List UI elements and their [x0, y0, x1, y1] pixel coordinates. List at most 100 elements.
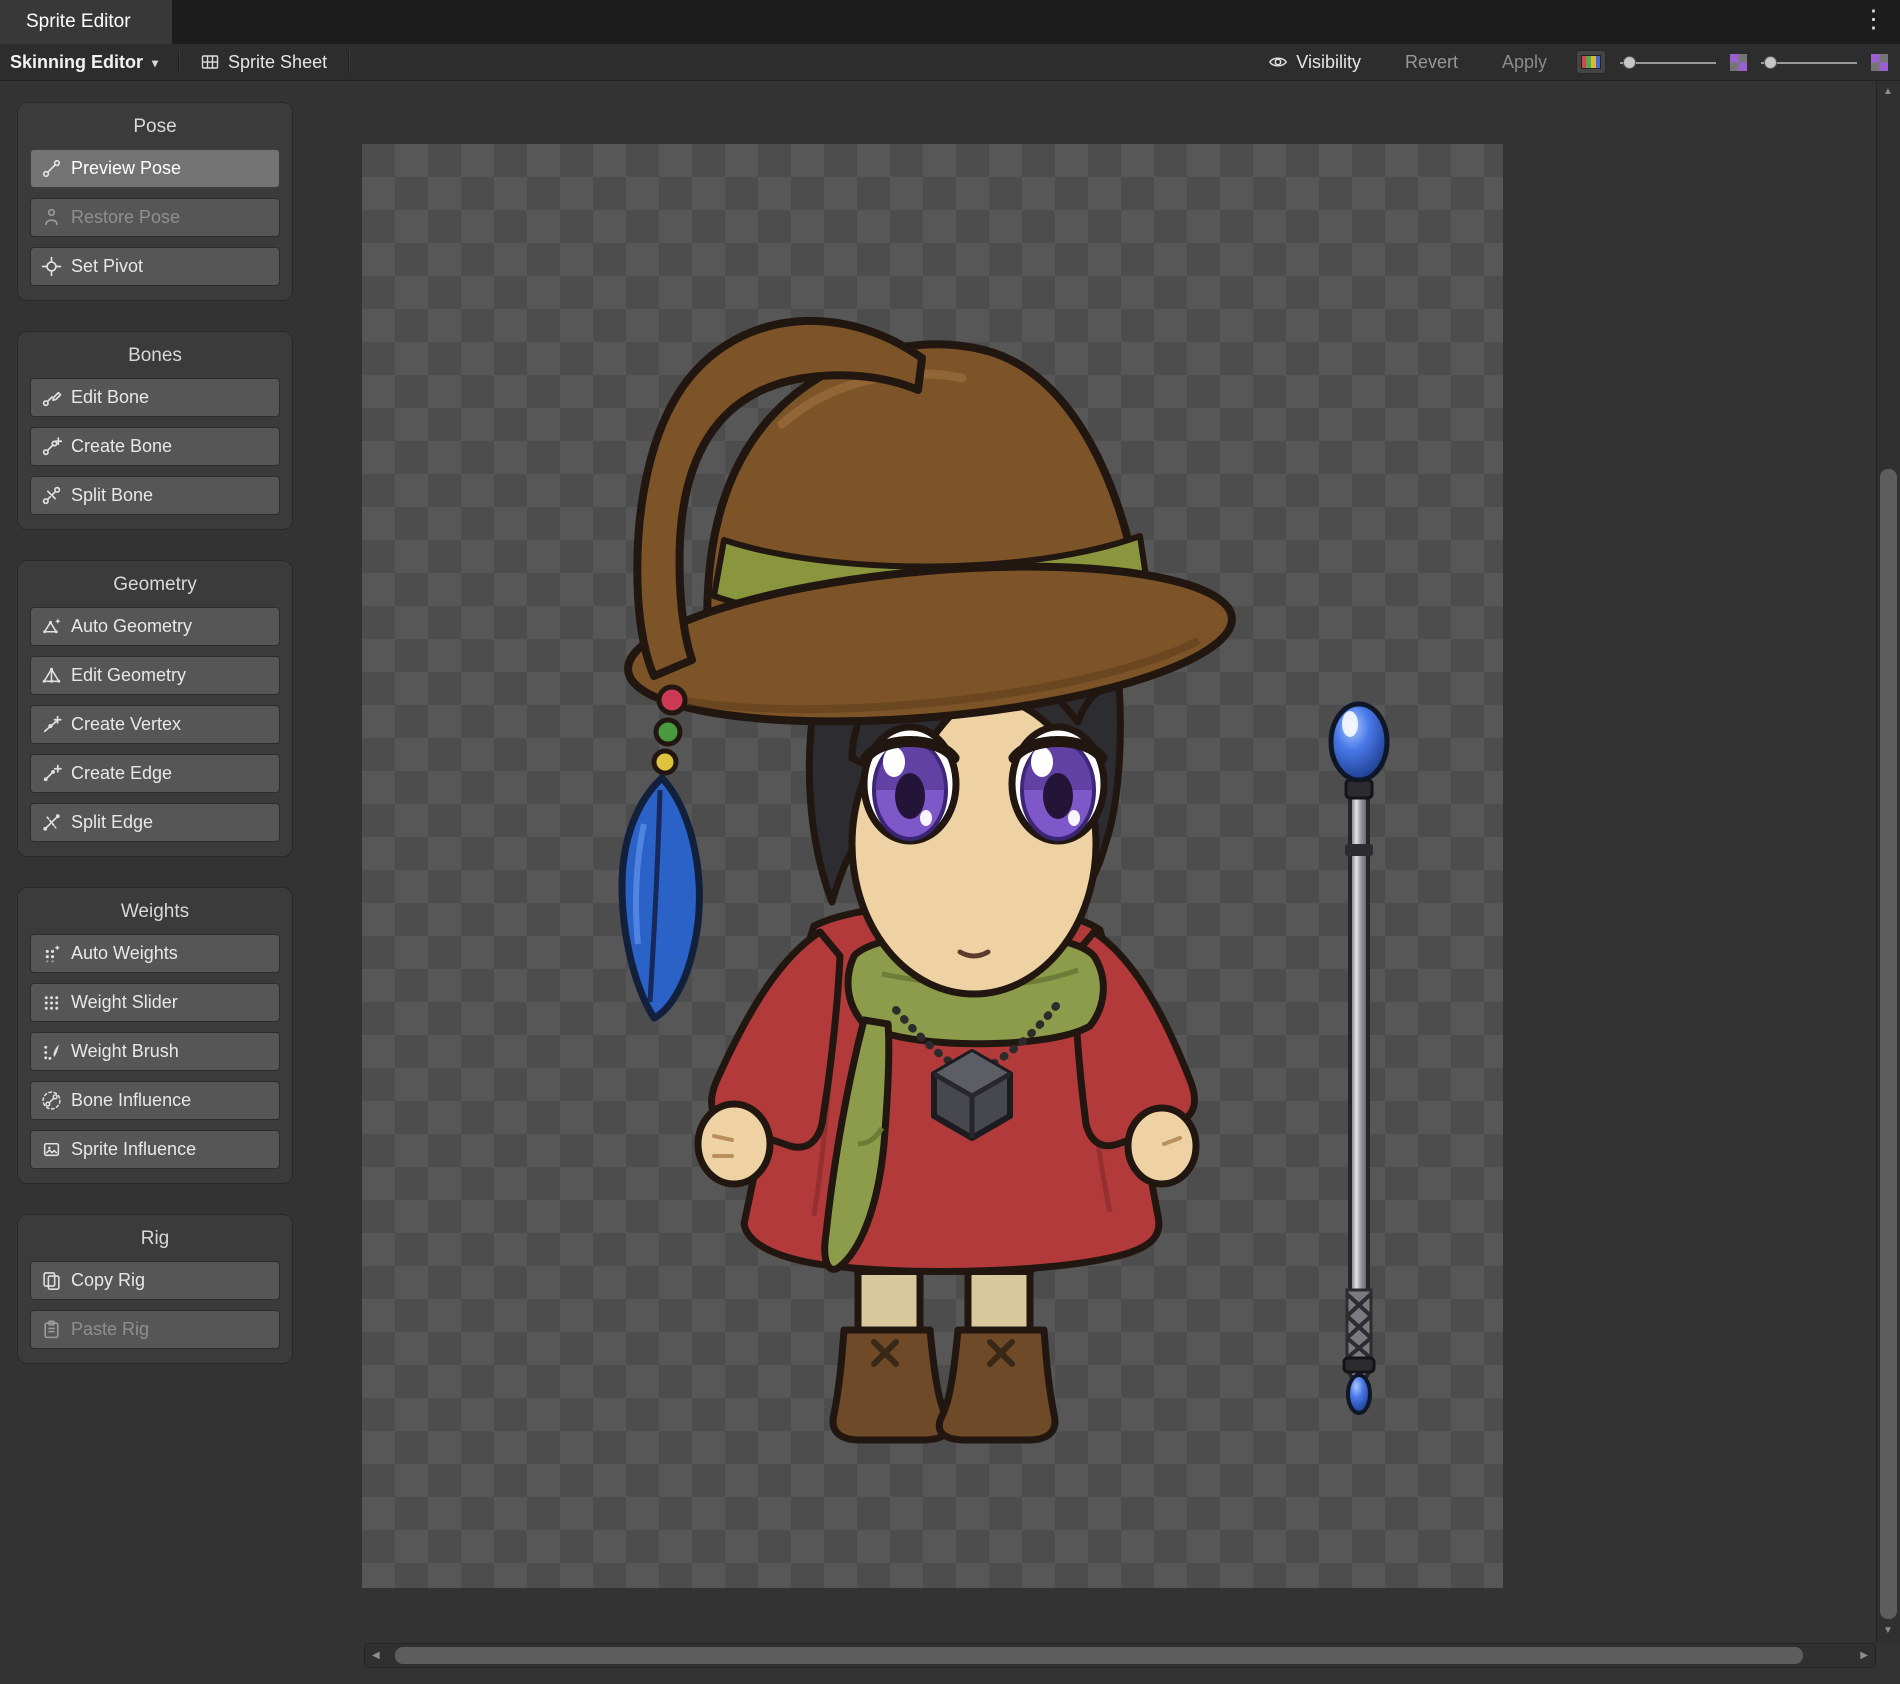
horizontal-scrollbar-thumb[interactable]: [395, 1647, 1803, 1664]
button-label: Weight Brush: [71, 1041, 179, 1062]
copy-rig-button[interactable]: Copy Rig: [30, 1261, 280, 1300]
paste-rig-icon: [41, 1319, 62, 1340]
create-bone-button[interactable]: Create Bone: [30, 427, 280, 466]
apply-button[interactable]: Apply: [1487, 52, 1562, 73]
color-swatch-icon: [1581, 55, 1601, 69]
eye-icon: [1268, 52, 1288, 72]
unity-cube-pendant: [934, 1052, 1010, 1138]
tab-title: Sprite Editor: [26, 11, 131, 33]
character-sprite[interactable]: [622, 321, 1238, 1440]
weight-brush-button[interactable]: Weight Brush: [30, 1032, 280, 1071]
mesh-opacity-knob[interactable]: [1764, 56, 1777, 69]
weight-brush-icon: [41, 1041, 62, 1062]
auto-weights-button[interactable]: Auto Weights: [30, 934, 280, 973]
button-label: Set Pivot: [71, 256, 143, 277]
split-bone-icon: [41, 485, 62, 506]
split-bone-button[interactable]: Split Bone: [30, 476, 280, 515]
tab-bar: Sprite Editor ⋮: [0, 0, 1900, 44]
skinning-editor-dropdown[interactable]: Skinning Editor ▾: [0, 44, 172, 80]
right-eye: [1012, 727, 1104, 841]
scroll-down-arrow-icon[interactable]: ▼: [1883, 1626, 1893, 1636]
sprite-sheet-button[interactable]: Sprite Sheet: [185, 44, 342, 80]
scroll-up-arrow-icon[interactable]: ▲: [1883, 87, 1893, 97]
person-icon: [41, 207, 62, 228]
sprite-opacity-knob[interactable]: [1623, 56, 1636, 69]
edit-geometry-icon: [41, 665, 62, 686]
vertical-scrollbar-thumb[interactable]: [1880, 469, 1897, 1619]
set-pivot-button[interactable]: Set Pivot: [30, 247, 280, 286]
left-eye: [864, 727, 956, 841]
auto-geometry-icon: [41, 616, 62, 637]
paste-rig-button[interactable]: Paste Rig: [30, 1310, 280, 1349]
sprite-sheet-label: Sprite Sheet: [228, 52, 327, 73]
bone-influence-button[interactable]: Bone Influence: [30, 1081, 280, 1120]
visibility-button[interactable]: Visibility: [1253, 52, 1376, 73]
weights-panel: Weights Auto Weights Weight Slider Weigh…: [17, 887, 293, 1184]
preview-pose-button[interactable]: Preview Pose: [30, 149, 280, 188]
sprite-canvas[interactable]: [362, 144, 1503, 1588]
panel-title: Rig: [30, 1228, 280, 1250]
scroll-left-arrow-icon[interactable]: ◀: [372, 1651, 380, 1661]
button-label: Auto Geometry: [71, 616, 192, 637]
pivot-icon: [41, 256, 62, 277]
button-label: Paste Rig: [71, 1319, 149, 1340]
visibility-label: Visibility: [1296, 52, 1361, 73]
bone-influence-icon: [41, 1090, 62, 1111]
button-label: Restore Pose: [71, 207, 180, 228]
kebab-menu-icon[interactable]: ⋮: [1861, 7, 1886, 32]
button-label: Auto Weights: [71, 943, 178, 964]
toolbar-divider: [348, 51, 349, 73]
skinning-editor-label: Skinning Editor: [10, 52, 143, 73]
color-swatch-button[interactable]: [1576, 50, 1606, 74]
sprite-view[interactable]: [362, 144, 1503, 1588]
auto-geometry-button[interactable]: Auto Geometry: [30, 607, 280, 646]
vertical-scrollbar[interactable]: ▲ ▼: [1876, 81, 1900, 1642]
sprite-influence-button[interactable]: Sprite Influence: [30, 1130, 280, 1169]
bone-icon: [41, 158, 62, 179]
create-edge-icon: [41, 763, 62, 784]
button-label: Create Vertex: [71, 714, 181, 735]
button-label: Create Bone: [71, 436, 172, 457]
rig-panel: Rig Copy Rig Paste Rig: [17, 1214, 293, 1364]
revert-button[interactable]: Revert: [1390, 52, 1473, 73]
create-bone-icon: [41, 436, 62, 457]
revert-label: Revert: [1405, 52, 1458, 73]
sprite-opacity-slider[interactable]: [1620, 55, 1716, 70]
split-edge-button[interactable]: Split Edge: [30, 803, 280, 842]
panel-title: Weights: [30, 901, 280, 923]
edit-geometry-button[interactable]: Edit Geometry: [30, 656, 280, 695]
create-vertex-button[interactable]: Create Vertex: [30, 705, 280, 744]
pose-panel: Pose Preview Pose Restore Pose Set Pivot: [17, 102, 293, 301]
weight-slider-button[interactable]: Weight Slider: [30, 983, 280, 1022]
button-label: Edit Geometry: [71, 665, 186, 686]
toolbar-divider: [178, 51, 179, 73]
weight-slider-icon: [41, 992, 62, 1013]
horizontal-scrollbar[interactable]: ◀ ▶: [364, 1643, 1876, 1668]
button-label: Create Edge: [71, 763, 172, 784]
restore-pose-button[interactable]: Restore Pose: [30, 198, 280, 237]
tab-sprite-editor[interactable]: Sprite Editor: [0, 0, 172, 44]
button-label: Sprite Influence: [71, 1139, 196, 1160]
sprite-transparency-icon: [1730, 54, 1747, 71]
button-label: Preview Pose: [71, 158, 181, 179]
button-label: Split Bone: [71, 485, 153, 506]
toolbar-right-group: Visibility Revert Apply: [1253, 50, 1900, 74]
panel-title: Geometry: [30, 574, 280, 596]
staff-sprite[interactable]: [1331, 704, 1387, 1413]
button-label: Weight Slider: [71, 992, 178, 1013]
toolbar: Skinning Editor ▾ Sprite Sheet Visibilit…: [0, 44, 1900, 81]
scroll-right-arrow-icon[interactable]: ▶: [1860, 1651, 1868, 1661]
apply-label: Apply: [1502, 52, 1547, 73]
create-edge-button[interactable]: Create Edge: [30, 754, 280, 793]
auto-weights-icon: [41, 943, 62, 964]
edit-bone-button[interactable]: Edit Bone: [30, 378, 280, 417]
chevron-down-icon: ▾: [152, 56, 158, 70]
create-vertex-icon: [41, 714, 62, 735]
copy-rig-icon: [41, 1270, 62, 1291]
mesh-transparency-icon: [1871, 54, 1888, 71]
button-label: Edit Bone: [71, 387, 149, 408]
button-label: Copy Rig: [71, 1270, 145, 1291]
mesh-opacity-slider[interactable]: [1761, 55, 1857, 70]
edit-bone-icon: [41, 387, 62, 408]
panel-title: Pose: [30, 116, 280, 138]
